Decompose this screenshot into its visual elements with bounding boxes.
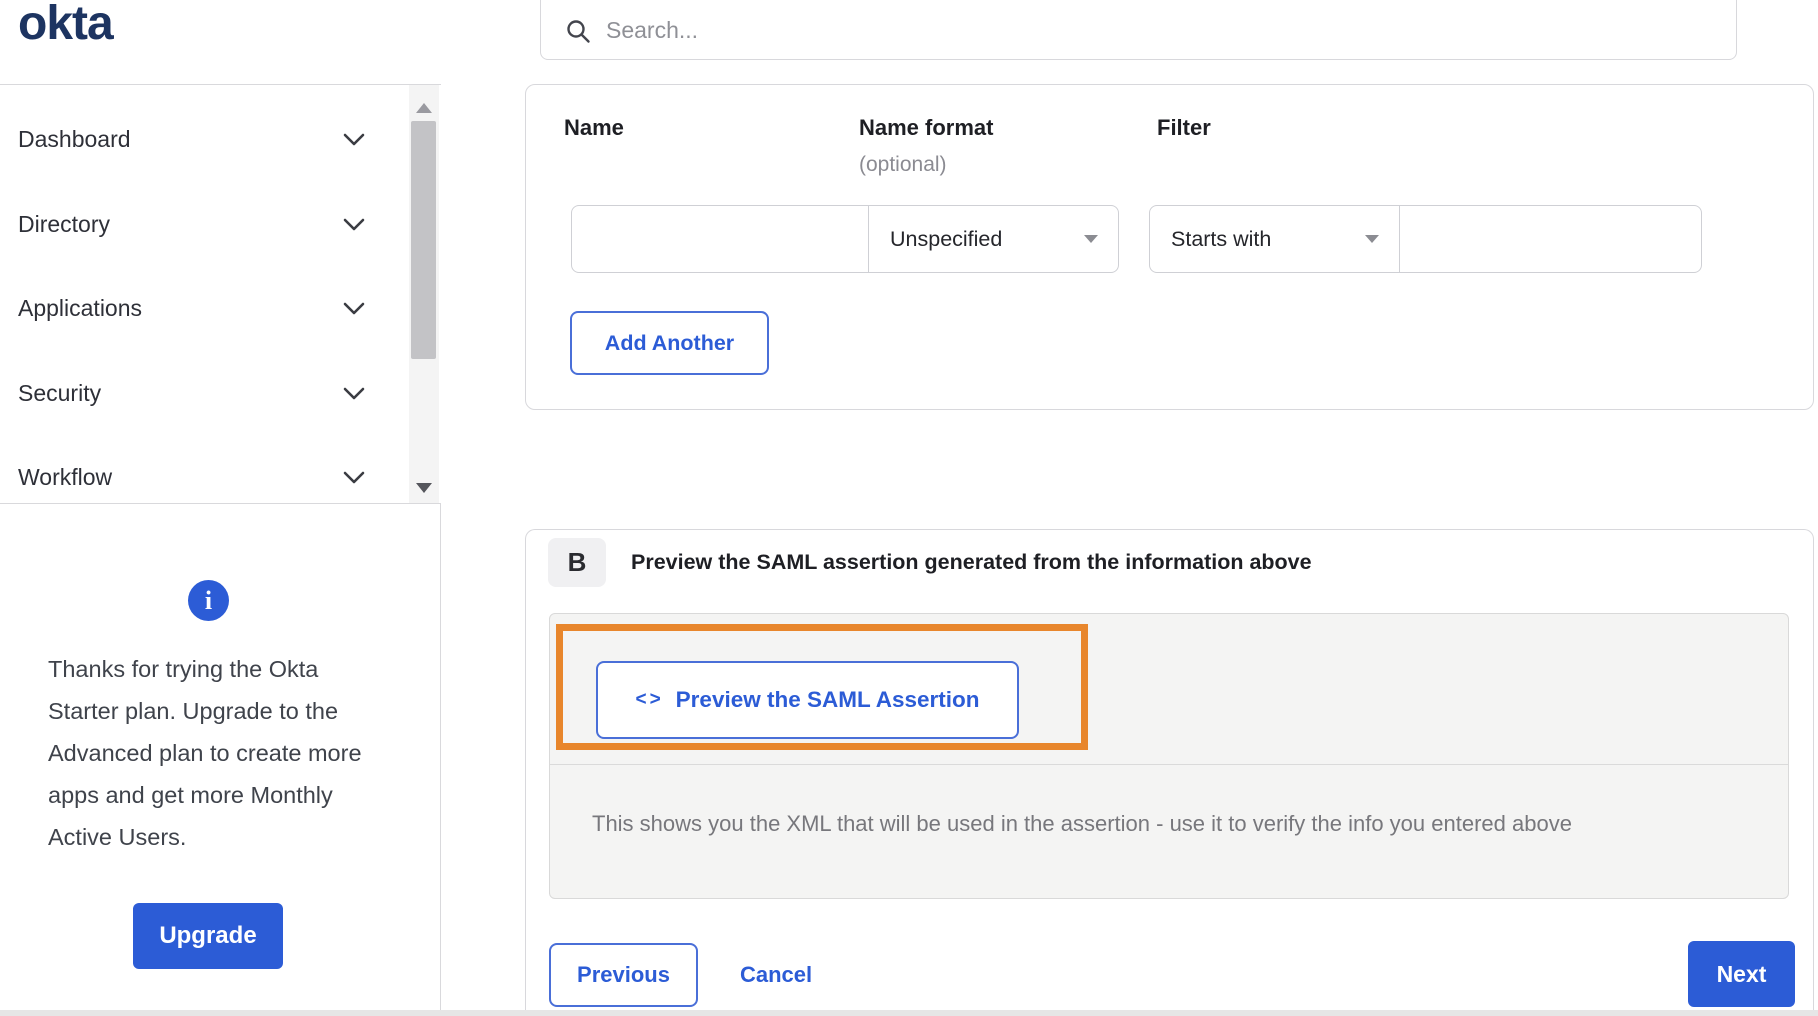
sidebar-item-label: Directory [18, 210, 111, 237]
sidebar-item-directory[interactable]: Directory [0, 182, 405, 266]
global-search-box[interactable] [540, 0, 1737, 60]
sidebar-nav: Dashboard Directory Applications Securit… [0, 84, 441, 504]
upgrade-button[interactable]: Upgrade [133, 903, 283, 969]
sidebar-item-security[interactable]: Security [0, 351, 405, 435]
search-input[interactable] [606, 15, 1736, 45]
filter-operator-value: Starts with [1171, 226, 1272, 251]
preview-saml-assertion-button[interactable]: <> Preview the SAML Assertion [596, 661, 1019, 739]
name-format-select[interactable]: Unspecified [868, 205, 1119, 273]
scroll-up-arrow-icon[interactable] [416, 103, 432, 113]
scroll-down-arrow-icon[interactable] [416, 483, 432, 493]
code-icon: <> [635, 689, 664, 710]
name-format-value: Unspecified [890, 226, 1003, 251]
preview-button-label: Preview the SAML Assertion [675, 687, 980, 712]
name-format-label: Name format [859, 115, 994, 140]
okta-logo: okta [18, 0, 114, 50]
preview-description: This shows you the XML that will be used… [592, 811, 1572, 836]
sidebar-item-applications[interactable]: Applications [0, 266, 405, 350]
chevron-down-icon [343, 387, 365, 399]
filter-value-input[interactable] [1399, 205, 1702, 273]
cancel-link[interactable]: Cancel [740, 943, 812, 1007]
sidebar-item-label: Dashboard [18, 125, 131, 152]
previous-button[interactable]: Previous [549, 943, 698, 1007]
chevron-down-icon [343, 218, 365, 230]
plan-upgrade-message: Thanks for trying the Okta Starter plan.… [48, 656, 362, 850]
filter-operator-select[interactable]: Starts with [1149, 205, 1400, 273]
chevron-down-icon [343, 471, 365, 483]
saml-preview-card: B Preview the SAML assertion generated f… [525, 529, 1814, 1016]
filter-label: Filter [1157, 115, 1211, 140]
chevron-down-icon [343, 302, 365, 314]
sidebar-item-dashboard[interactable]: Dashboard [0, 97, 405, 181]
preview-panel: <> Preview the SAML Assertion This shows… [549, 613, 1789, 899]
optional-label: (optional) [859, 153, 947, 176]
search-icon [567, 20, 590, 43]
attribute-name-input[interactable] [571, 205, 869, 273]
attribute-statements-card: Name Name format (optional) Filter Unspe… [525, 84, 1814, 410]
section-b-badge: B [548, 538, 606, 587]
dropdown-caret-icon [1365, 235, 1379, 243]
info-icon: i [188, 580, 229, 621]
dropdown-caret-icon [1084, 235, 1098, 243]
section-b-title: Preview the SAML assertion generated fro… [631, 550, 1312, 574]
name-label: Name [564, 115, 624, 140]
scrollbar-thumb[interactable] [411, 121, 436, 359]
sidebar-item-label: Security [18, 379, 102, 406]
sidebar-scrollbar[interactable] [409, 85, 439, 503]
horizontal-scrollbar-track[interactable] [0, 1010, 1818, 1016]
chevron-down-icon [343, 133, 365, 145]
preview-panel-top: <> Preview the SAML Assertion [550, 614, 1788, 765]
sidebar-item-workflow[interactable]: Workflow [0, 435, 405, 519]
sidebar-item-label: Workflow [18, 463, 113, 490]
sidebar-item-label: Applications [18, 294, 143, 321]
next-button[interactable]: Next [1688, 941, 1795, 1007]
add-another-button[interactable]: Add Another [570, 311, 769, 375]
